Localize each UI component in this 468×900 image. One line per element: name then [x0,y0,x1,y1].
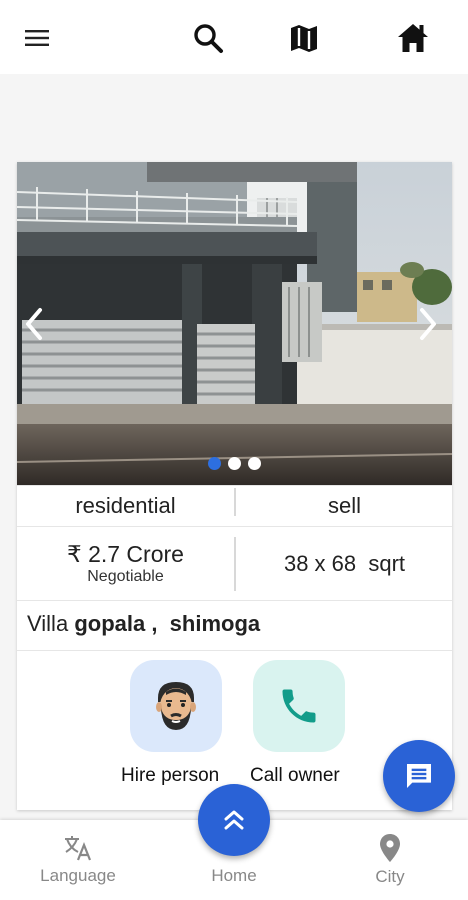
nav-home-label: Home [211,866,257,885]
carousel-dot[interactable] [228,457,241,470]
location-row: Villa gopala , shimoga [17,600,452,650]
translate-icon [65,836,92,861]
phone-icon [282,689,316,723]
nav-item-city[interactable]: City [312,820,468,900]
property-card[interactable]: residential sell ₹ 2.7 Crore Negotiable … [17,162,452,810]
deal-type-value: sell [327,493,361,518]
listing-type-row: residential sell [17,485,452,526]
property-photo-carousel[interactable] [17,162,452,485]
nav-language-label: Language [40,866,116,885]
call-owner-button[interactable] [253,660,345,752]
nav-city-label: City [375,867,405,886]
chat-icon [407,764,431,788]
chat-button[interactable] [383,740,455,812]
category-value: residential [75,493,176,518]
hire-person-label[interactable]: Hire person [121,765,219,787]
price-negotiable-note: Negotiable [87,567,164,585]
search-icon[interactable] [188,18,228,58]
house-photo [17,162,452,485]
home-icon[interactable] [393,18,433,58]
call-owner-label[interactable]: Call owner [250,765,340,787]
map-icon[interactable] [284,18,324,58]
price-size-row: ₹ 2.7 Crore Negotiable 38 x 68 sqrt [17,526,452,600]
chevron-right-icon[interactable] [413,304,443,344]
location-pin-icon [380,834,400,862]
chevron-left-icon[interactable] [19,304,49,344]
carousel-dot-active[interactable] [208,457,221,470]
carousel-dot[interactable] [248,457,261,470]
double-chevron-up-icon [224,810,244,830]
property-type: Villa [27,611,69,636]
price-block: ₹ 2.7 Crore Negotiable [17,527,234,600]
nav-item-language[interactable]: Language [0,820,156,900]
hire-person-button[interactable] [130,660,222,752]
property-location: gopala , shimoga [74,611,261,636]
price-value: ₹ 2.7 Crore [67,540,184,567]
home-scroll-up-button[interactable] [198,784,270,856]
person-avatar-icon [156,682,196,730]
plot-size-value: 38 x 68 sqrt [283,550,406,576]
divider [17,650,452,651]
top-app-bar [0,0,468,74]
hamburger-menu-icon[interactable] [18,22,56,54]
